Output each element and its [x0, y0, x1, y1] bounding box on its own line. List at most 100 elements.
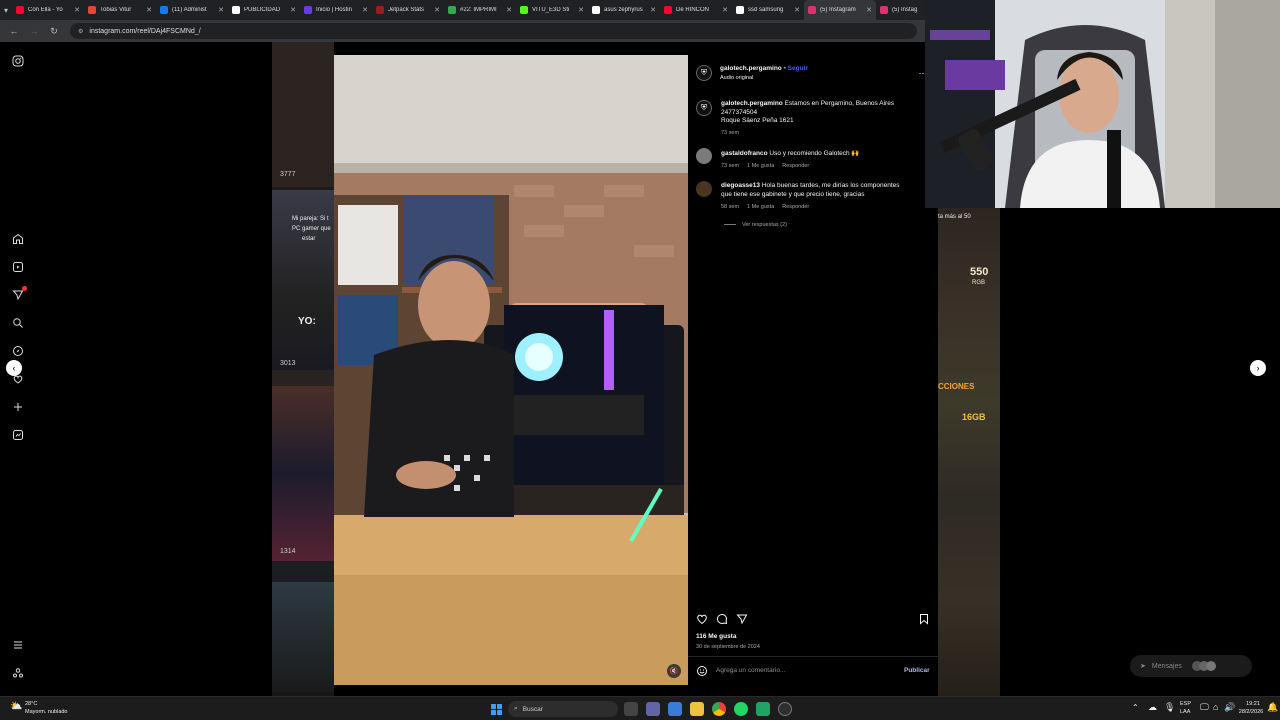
reel-video[interactable]	[334, 55, 688, 685]
emoji-icon[interactable]	[695, 664, 709, 678]
caption-username[interactable]: galotech.pergamino	[721, 100, 783, 107]
tab-close-icon[interactable]: ✕	[506, 6, 512, 14]
url-input[interactable]: ⚙ instagram.com/reel/DAj4FSCMNd_/	[70, 23, 917, 39]
tab-close-icon[interactable]: ✕	[434, 6, 440, 14]
browser-tab[interactable]: PUBLICIDAD ✕	[228, 0, 300, 20]
notepad-icon[interactable]	[668, 702, 682, 716]
comment-likes[interactable]: 1 Me gusta	[747, 204, 774, 210]
comment-username[interactable]: diegoasse13	[721, 182, 760, 189]
file-explorer-icon[interactable]	[690, 702, 704, 716]
whatsapp-icon[interactable]	[734, 702, 748, 716]
clock-time[interactable]: 19:21	[1242, 701, 1264, 708]
app-icon[interactable]	[756, 702, 770, 716]
tab-close-icon[interactable]: ✕	[794, 6, 800, 14]
tray-app-icon[interactable]: ☁	[1148, 702, 1157, 713]
share-icon[interactable]	[735, 612, 749, 626]
language-code[interactable]: ESP	[1180, 701, 1191, 708]
reload-icon[interactable]: ↻	[46, 23, 62, 39]
comment-input[interactable]: Agrega un comentario...	[716, 667, 896, 676]
search-icon[interactable]	[9, 314, 27, 332]
browser-tab[interactable]: Con Ella - Yo ✕	[12, 0, 84, 20]
author-username[interactable]: galotech.pergamino	[720, 65, 782, 72]
network-icon[interactable]: ⌂	[1213, 702, 1218, 712]
task-view-icon[interactable]	[624, 702, 638, 716]
back-icon[interactable]: ←	[6, 23, 22, 39]
browser-tab[interactable]: asus zephyrus ✕	[588, 0, 660, 20]
messages-button[interactable]: ➤ Mensajes	[1130, 655, 1252, 677]
tab-close-icon[interactable]: ✕	[218, 6, 224, 14]
reply-button[interactable]: Responder	[782, 204, 809, 210]
windows-start-icon[interactable]	[489, 702, 503, 716]
forward-icon[interactable]: →	[26, 23, 42, 39]
next-reel-button[interactable]: ›	[1250, 360, 1266, 376]
browser-tab[interactable]: VITU_E3D Sti ✕	[516, 0, 588, 20]
tab-close-icon[interactable]: ✕	[866, 6, 872, 14]
tab-favicon	[736, 6, 745, 14]
tab-favicon	[232, 6, 241, 14]
notifications-icon[interactable]: 🔔	[1267, 702, 1278, 713]
tab-label: (11) Administ	[172, 7, 207, 13]
teams-icon[interactable]	[646, 702, 660, 716]
publish-button[interactable]: Publicar	[904, 667, 930, 676]
tab-close-icon[interactable]: ✕	[722, 6, 728, 14]
explore-icon[interactable]	[9, 342, 27, 360]
menu-icon[interactable]	[9, 636, 27, 654]
threads-icon[interactable]	[9, 664, 27, 682]
browser-tab[interactable]: (11) Administ ✕	[156, 0, 228, 20]
clock-date[interactable]: 28/2/2026	[1236, 709, 1266, 716]
like-icon[interactable]	[695, 612, 709, 626]
comment-likes[interactable]: 1 Me gusta	[747, 163, 774, 169]
comment-body: Uso y recomiendo Galotech 🙌	[769, 150, 860, 157]
tab-close-icon[interactable]: ✕	[146, 6, 152, 14]
browser-tab[interactable]: ssd samsung ✕	[732, 0, 804, 20]
browser-tab[interactable]: Inicio | Hostin ✕	[300, 0, 372, 20]
weather-widget[interactable]: ⛅ 28°C Mayorm. nublado	[10, 700, 100, 718]
caption-avatar[interactable]: ⛨	[696, 100, 712, 116]
reels-icon[interactable]	[9, 258, 27, 276]
reply-button[interactable]: Responder	[782, 163, 809, 169]
tab-search-icon[interactable]: ▾	[4, 2, 8, 18]
messages-icon[interactable]	[9, 286, 27, 304]
save-icon[interactable]	[917, 612, 931, 626]
tab-label: Con Ella - Yo	[28, 7, 63, 13]
previous-reel-button[interactable]: ‹	[6, 360, 22, 376]
tab-close-icon[interactable]: ✕	[650, 6, 656, 14]
tab-close-icon[interactable]: ✕	[290, 6, 296, 14]
obs-icon[interactable]	[778, 702, 792, 716]
comment-avatar[interactable]	[696, 181, 712, 197]
browser-tab[interactable]: Jetpack Stats ✕	[372, 0, 444, 20]
tab-label: PUBLICIDAD	[244, 7, 281, 13]
language-layout[interactable]: LAA	[1180, 709, 1190, 716]
browser-tab[interactable]: #22: IMPRIMI ✕	[444, 0, 516, 20]
likes-count[interactable]: 116 Me gusta	[696, 633, 736, 642]
display-icon[interactable]: 🖵	[1200, 702, 1209, 713]
webcam-feed	[925, 0, 1280, 208]
instagram-logo-icon[interactable]	[9, 52, 27, 70]
view-replies-button[interactable]: Ver respuestas (2)	[724, 222, 795, 228]
chrome-icon[interactable]	[712, 702, 726, 716]
author-avatar[interactable]: ⛨	[696, 65, 712, 81]
comment-icon[interactable]	[715, 612, 729, 626]
audio-muted-icon[interactable]: 🔇	[667, 664, 681, 678]
tab-close-icon[interactable]: ✕	[578, 6, 584, 14]
create-icon[interactable]	[9, 398, 27, 416]
browser-tab[interactable]: (5) Instagram ✕	[804, 0, 877, 20]
site-info-icon[interactable]: ⚙	[78, 28, 83, 35]
browser-tab[interactable]: Tobias Vitur ✕	[84, 0, 156, 20]
tab-close-icon[interactable]: ✕	[74, 6, 80, 14]
volume-icon[interactable]: 🔊	[1224, 702, 1235, 713]
microphone-icon[interactable]: 🎙	[1164, 702, 1175, 713]
bg-overlay-text: YO:	[298, 316, 316, 327]
tab-favicon	[88, 6, 97, 14]
comment-username[interactable]: gastaldofranco	[721, 150, 768, 157]
follow-button[interactable]: Seguir	[788, 65, 808, 72]
tab-close-icon[interactable]: ✕	[362, 6, 368, 14]
dashboard-icon[interactable]	[9, 426, 27, 444]
browser-tab[interactable]: De RINCÓN ✕	[660, 0, 732, 20]
audio-label[interactable]: Audio original	[720, 74, 753, 83]
show-hidden-icons[interactable]: ⌃	[1132, 703, 1139, 712]
comment-avatar[interactable]	[696, 148, 712, 164]
comment-body: que tiene ese gabinete y que precio tien…	[721, 190, 865, 198]
home-icon[interactable]	[9, 230, 27, 248]
taskbar-search[interactable]: ⌕ Buscar	[508, 701, 618, 717]
